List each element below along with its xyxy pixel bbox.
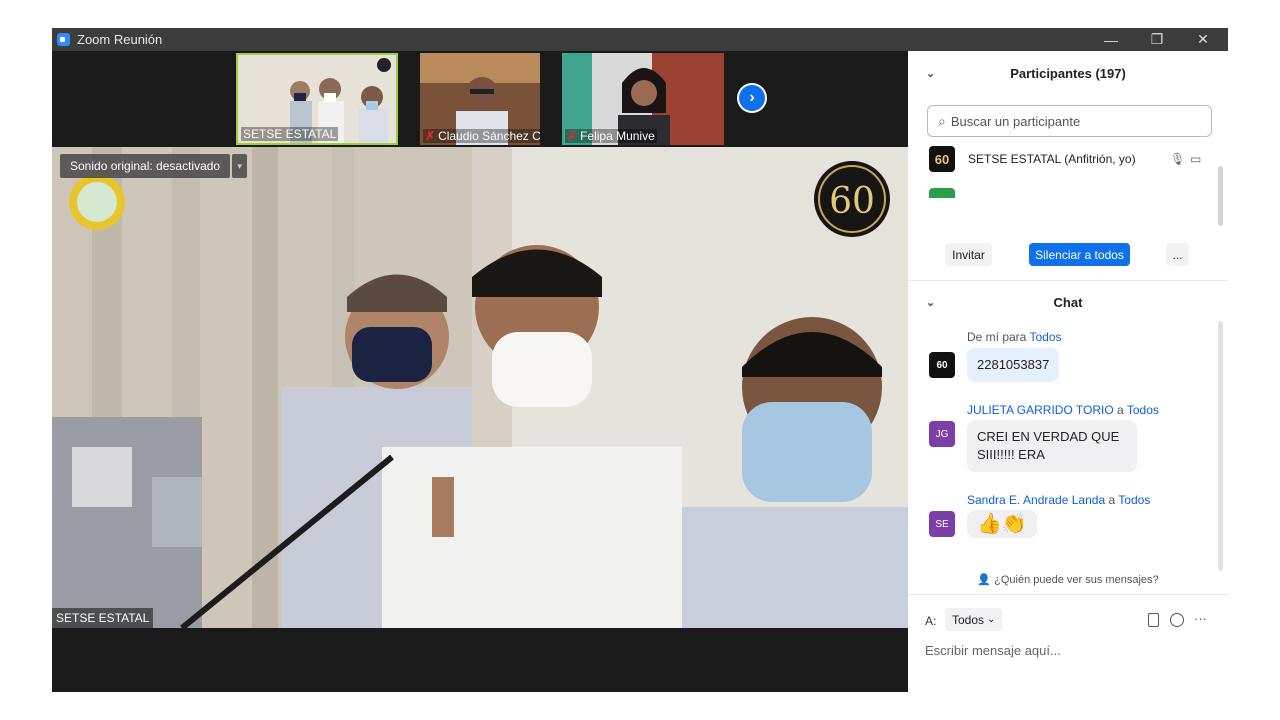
- main-speaker-label: SETSE ESTATAL: [52, 608, 154, 628]
- thumbnail-strip: SETSE ESTATAL ✗Claudio Sánchez Cruz: [52, 51, 908, 147]
- video-camera-icon[interactable]: ▭: [1190, 152, 1201, 166]
- collapse-participants-icon[interactable]: ⌄: [926, 67, 935, 80]
- original-sound-button[interactable]: Sonido original: desactivado: [60, 154, 231, 178]
- who-can-see-link[interactable]: 👤 ¿Quién puede ver sus mensajes?: [908, 573, 1228, 586]
- sound-control: Sonido original: desactivado ▾: [60, 154, 248, 178]
- chat-message: De mí para Todos 60 2281053837: [929, 330, 1199, 390]
- badge-60-text: 60: [829, 181, 875, 222]
- participant-avatar: 60: [929, 146, 955, 172]
- who-can-see-text: ¿Quién puede ver sus mensajes?: [994, 574, 1159, 586]
- chat-message-meta: JULIETA GARRIDO TORIO a Todos: [967, 403, 1159, 417]
- chat-message-meta: Sandra E. Andrade Landa a Todos: [967, 493, 1151, 507]
- sound-dropdown-button[interactable]: ▾: [232, 154, 248, 178]
- mic-muted-icon: ✗: [567, 129, 578, 143]
- participant-avatar-partial: [929, 188, 955, 198]
- thumbnail-claudio[interactable]: ✗Claudio Sánchez Cruz: [420, 53, 540, 145]
- invite-button[interactable]: Invitar: [945, 243, 992, 266]
- participant-search-input[interactable]: ⌕ Buscar un participante: [927, 105, 1212, 137]
- chat-avatar: JG: [929, 421, 955, 447]
- zoom-app-icon: [57, 33, 70, 46]
- chat-avatar: 60: [929, 352, 955, 378]
- microphone-icon[interactable]: 🎙: [1170, 152, 1185, 166]
- chat-bubble: 2281053837: [967, 348, 1060, 382]
- person-icon: 👤: [977, 574, 992, 586]
- main-video-image: 60: [52, 147, 908, 628]
- message-input[interactable]: Escribir mensaje aquí...: [925, 643, 1061, 658]
- video-area: SETSE ESTATAL ✗Claudio Sánchez Cruz: [52, 51, 908, 692]
- participants-title: Participantes (197): [1010, 65, 1126, 81]
- zoom-window: Zoom Reunión — ❐ ✕ SETSE ESTATAL ✗ Claud…: [52, 28, 1228, 692]
- more-options-button[interactable]: ...: [1166, 243, 1189, 266]
- emoji-icon[interactable]: [1170, 613, 1184, 627]
- chat-bubble: 👍👏: [967, 510, 1037, 538]
- chevron-down-icon: ⌄: [987, 614, 996, 625]
- participant-row[interactable]: 60 SETSE ESTATAL (Anfitrión, yo) 🎙 ▭: [929, 144, 1201, 174]
- main-video: 60 Sonido original: desactivado ▾ SETSE …: [52, 147, 908, 628]
- chat-message-meta: De mí para Todos: [967, 330, 1062, 344]
- chat-header: ⌄ Chat: [908, 282, 1228, 322]
- chat-scrollbar[interactable]: [1218, 321, 1223, 571]
- window-title: Zoom Reunión: [77, 32, 163, 47]
- title-bar: Zoom Reunión — ❐ ✕: [52, 28, 1228, 51]
- close-button[interactable]: ✕: [1180, 28, 1226, 51]
- recipient-value: Todos: [952, 612, 985, 627]
- chat-avatar: SE: [929, 511, 955, 537]
- participants-header: ⌄ Participantes (197): [908, 53, 1228, 93]
- chat-title: Chat: [1053, 294, 1083, 310]
- divider: [908, 280, 1228, 281]
- participant-name: SETSE ESTATAL (Anfitrión, yo): [968, 152, 1136, 166]
- minimize-button[interactable]: —: [1088, 28, 1134, 51]
- to-label: A:: [925, 614, 937, 628]
- mute-all-button[interactable]: Silenciar a todos: [1029, 243, 1130, 266]
- search-icon: ⌕: [938, 112, 946, 129]
- chat-bubble: CREI EN VERDAD QUE SIII!!!!! ERA: [967, 420, 1137, 472]
- participants-scrollbar[interactable]: [1218, 166, 1223, 226]
- thumbnail-setse[interactable]: SETSE ESTATAL: [236, 53, 398, 145]
- chat-compose: A: Todos ⌄ ··· Escribir mensaje aquí...: [908, 594, 1228, 692]
- thumbnail-label: SETSE ESTATAL: [241, 127, 339, 141]
- file-icon[interactable]: [1148, 613, 1159, 627]
- search-placeholder: Buscar un participante: [950, 113, 1081, 129]
- chat-message: Sandra E. Andrade Landa a Todos SE 👍👏: [929, 493, 1199, 563]
- chevron-right-icon: ›: [739, 85, 765, 111]
- collapse-chat-icon[interactable]: ⌄: [926, 296, 935, 309]
- thumbnail-label: ✗Claudio Sánchez Cruz: [423, 129, 540, 143]
- recipient-dropdown[interactable]: Todos ⌄: [945, 608, 1003, 631]
- chat-message: JULIETA GARRIDO TORIO a Todos JG CREI EN…: [929, 403, 1199, 483]
- next-page-button[interactable]: ›: [737, 83, 767, 113]
- side-panel: ⌄ Participantes (197) ⌕ Buscar un partic…: [908, 51, 1228, 692]
- thumbnail-felipa[interactable]: ✗ Felipa Munive: [562, 53, 724, 145]
- thumbnail-label: ✗ Felipa Munive: [565, 129, 657, 143]
- mic-muted-icon: ✗: [425, 129, 436, 143]
- more-icon[interactable]: ···: [1194, 611, 1207, 626]
- restore-button[interactable]: ❐: [1134, 28, 1180, 51]
